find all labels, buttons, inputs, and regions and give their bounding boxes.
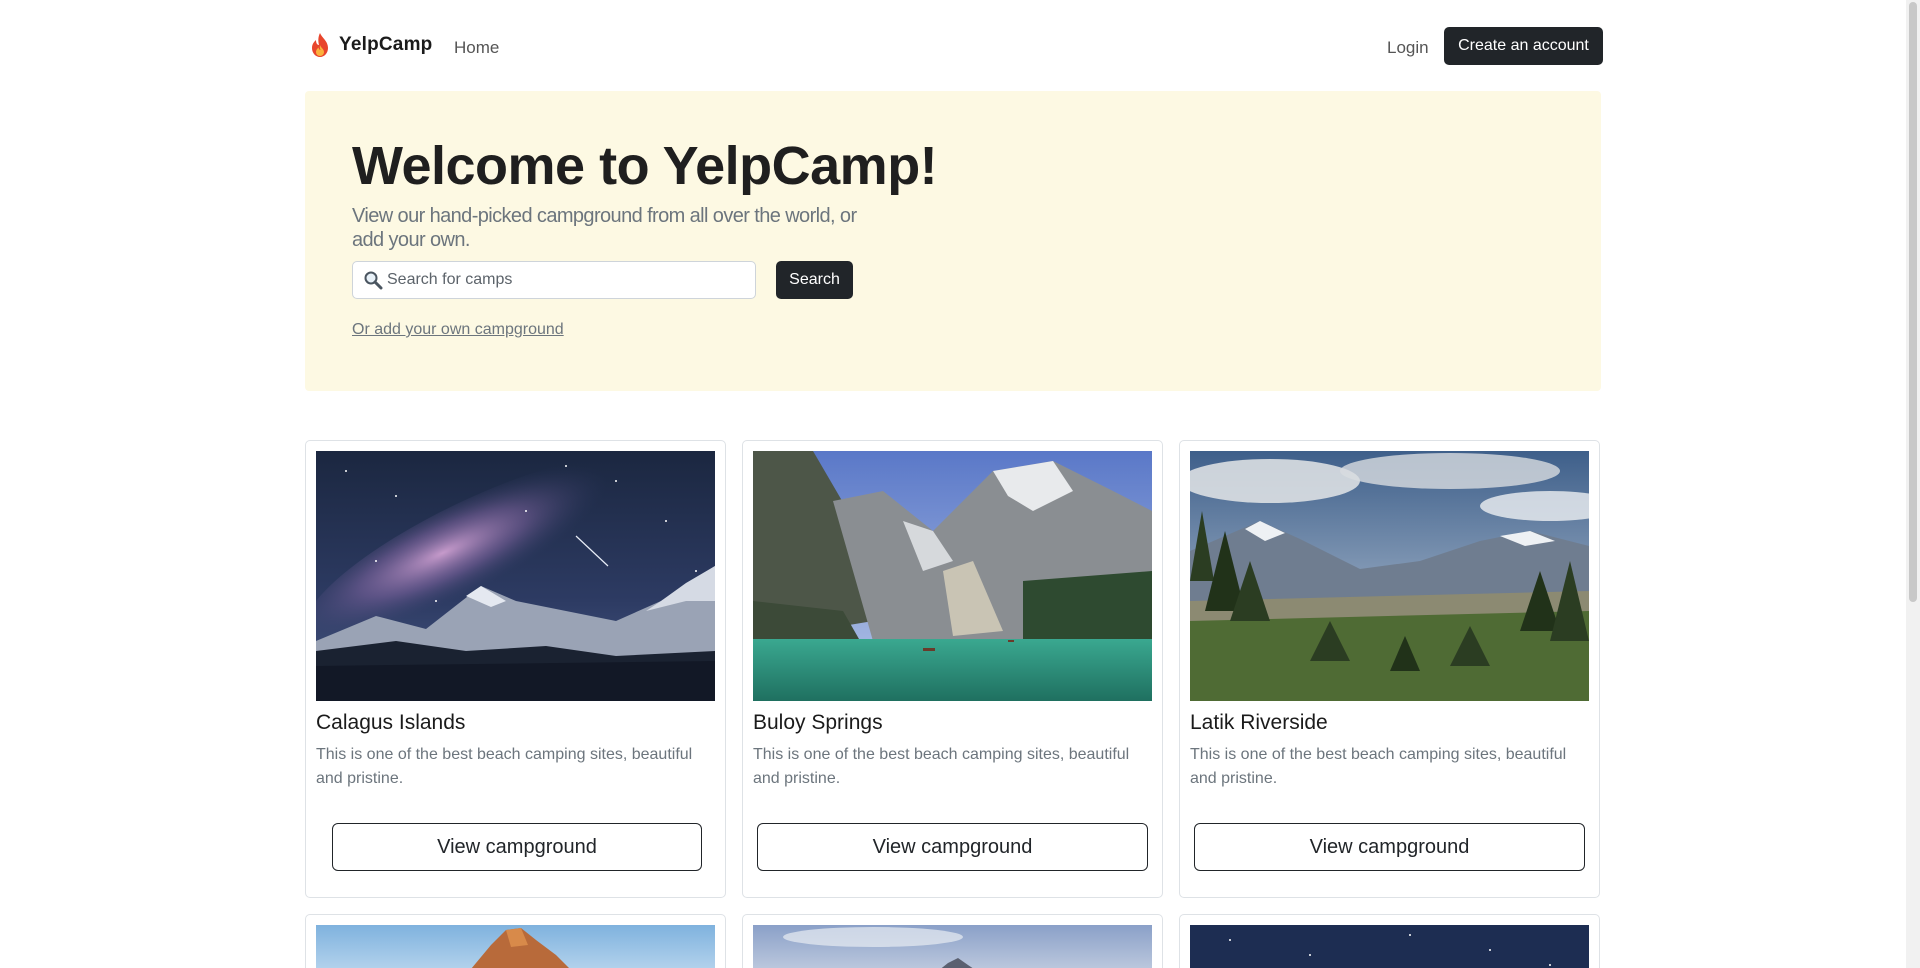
campground-card: Buloy Springs This is one of the best be… (742, 440, 1163, 898)
campground-description: This is one of the best beach camping si… (753, 746, 1130, 787)
nav-link-login[interactable]: Login (1387, 38, 1429, 58)
nav-link-home[interactable]: Home (454, 38, 499, 58)
hero-banner: Welcome to YelpCamp! View our hand-picke… (305, 91, 1601, 391)
campground-image (753, 451, 1152, 701)
view-campground-button[interactable]: View campground (1194, 823, 1585, 871)
campground-name: Buloy Springs (753, 711, 883, 734)
campground-name: Latik Riverside (1190, 711, 1328, 734)
campground-description: This is one of the best beach camping si… (1190, 746, 1567, 787)
search-button[interactable]: Search (776, 261, 853, 299)
campground-description: This is one of the best beach camping si… (316, 746, 693, 787)
campground-card: Calagus Islands This is one of the best … (305, 440, 726, 898)
campground-card (1179, 914, 1600, 968)
campground-image (316, 925, 715, 968)
view-campground-button[interactable]: View campground (757, 823, 1148, 871)
magnifier-icon (364, 271, 383, 290)
campground-image (1190, 451, 1589, 701)
campground-card: Latik Riverside This is one of the best … (1179, 440, 1600, 898)
navbar: YelpCamp Home Login Create an account (305, 27, 1603, 67)
campground-image (753, 925, 1152, 968)
search-field[interactable] (352, 261, 756, 299)
view-campground-button[interactable]: View campground (332, 823, 702, 871)
add-campground-link[interactable]: Or add your own campground (352, 321, 564, 339)
campground-image (1190, 925, 1589, 968)
scrollbar-thumb[interactable] (1909, 2, 1917, 602)
create-account-button[interactable]: Create an account (1444, 27, 1603, 65)
campground-name: Calagus Islands (316, 711, 466, 734)
hero-title: Welcome to YelpCamp! (352, 136, 938, 196)
search-input[interactable] (387, 271, 747, 289)
brand-name: YelpCamp (339, 34, 433, 55)
campground-card (742, 914, 1163, 968)
flame-icon (312, 33, 328, 57)
brand[interactable]: YelpCamp (309, 32, 432, 58)
campground-image (316, 451, 715, 701)
page-scrollbar[interactable] (1906, 0, 1920, 968)
campground-card (305, 914, 726, 968)
hero-subtitle: View our hand-picked campground from all… (352, 205, 857, 251)
